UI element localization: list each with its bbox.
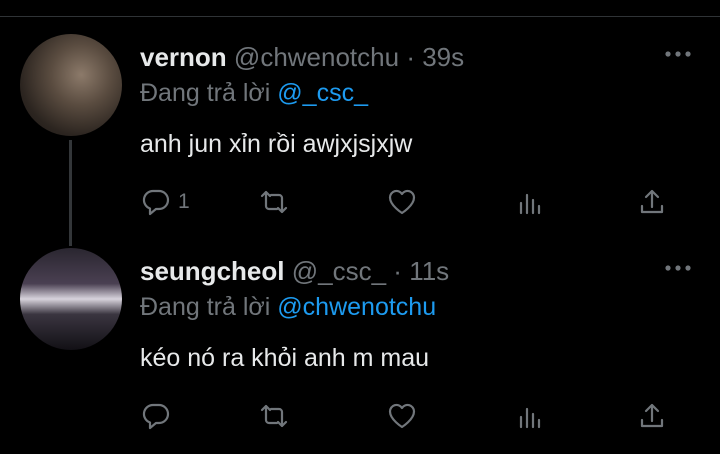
reply-count: 1 bbox=[178, 190, 190, 213]
tweet-actions bbox=[140, 396, 680, 436]
like-icon bbox=[388, 403, 416, 429]
tweet-header: seungcheol @_csc_ · 11s bbox=[140, 256, 449, 286]
like-icon bbox=[388, 189, 416, 215]
tweet-header: vernon @chwenotchu · 39s bbox=[140, 42, 464, 72]
retweet-icon bbox=[260, 404, 288, 428]
replying-to: Đang trả lời @_csc_ bbox=[140, 78, 368, 108]
replying-to: Đang trả lời @chwenotchu bbox=[140, 292, 436, 322]
views-icon bbox=[519, 193, 541, 215]
mention-link[interactable]: @chwenotchu bbox=[277, 293, 436, 321]
top-divider bbox=[0, 16, 720, 17]
separator-dot: · bbox=[406, 42, 415, 72]
retweet-button[interactable] bbox=[258, 182, 290, 222]
display-name[interactable]: vernon bbox=[140, 42, 227, 72]
separator-dot: · bbox=[393, 256, 402, 286]
share-icon bbox=[640, 403, 664, 428]
timestamp[interactable]: 11s bbox=[409, 256, 449, 286]
avatar[interactable] bbox=[20, 34, 122, 136]
display-name[interactable]: seungcheol bbox=[140, 256, 284, 286]
tweet-text: anh jun xỉn rồi awjxjsjxjw bbox=[140, 130, 413, 158]
share-icon bbox=[640, 189, 664, 214]
views-button[interactable] bbox=[514, 182, 546, 222]
user-handle[interactable]: @chwenotchu bbox=[234, 42, 399, 72]
reply-icon bbox=[142, 403, 170, 430]
retweet-icon bbox=[260, 190, 288, 214]
like-button[interactable] bbox=[386, 182, 418, 222]
thread-connector-line bbox=[69, 140, 72, 246]
share-button[interactable] bbox=[636, 396, 668, 436]
mention-link[interactable]: @_csc_ bbox=[277, 79, 368, 107]
reply-button[interactable]: 1 bbox=[140, 182, 190, 222]
replying-to-label: Đang trả lời bbox=[140, 293, 271, 321]
reply-button[interactable] bbox=[140, 396, 178, 436]
more-icon[interactable] bbox=[660, 44, 696, 64]
like-button[interactable] bbox=[386, 396, 418, 436]
views-icon bbox=[519, 407, 541, 429]
share-button[interactable] bbox=[636, 182, 668, 222]
tweet-text: kéo nó ra khỏi anh m mau bbox=[140, 344, 430, 372]
user-handle[interactable]: @_csc_ bbox=[292, 256, 386, 286]
retweet-button[interactable] bbox=[258, 396, 290, 436]
avatar[interactable] bbox=[20, 248, 122, 350]
more-icon[interactable] bbox=[660, 258, 696, 278]
reply-icon bbox=[142, 189, 170, 216]
tweet-actions: 1 bbox=[140, 182, 680, 222]
views-button[interactable] bbox=[514, 396, 546, 436]
replying-to-label: Đang trả lời bbox=[140, 79, 271, 107]
timestamp[interactable]: 39s bbox=[422, 42, 464, 72]
